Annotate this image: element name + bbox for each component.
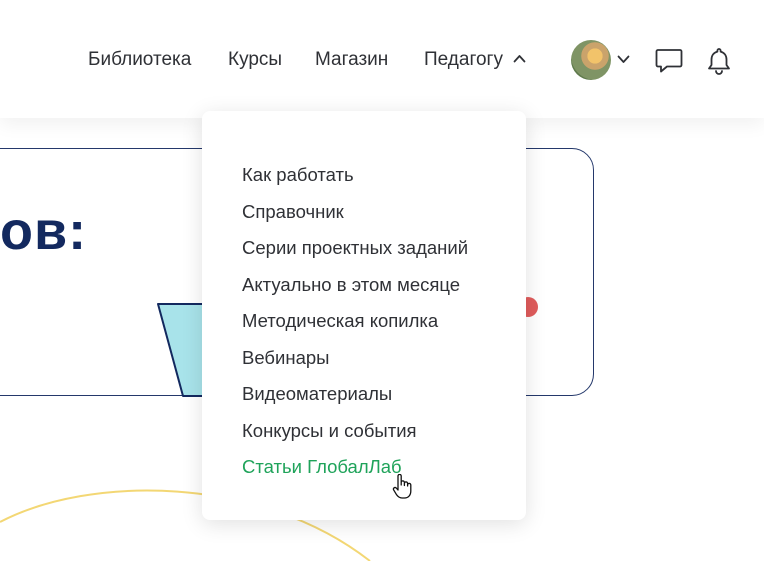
nav-for-teachers[interactable]: Педагогу [424,49,503,71]
dropdown-item-video-materials[interactable]: Видеоматериалы [242,381,468,418]
dropdown-item-project-series[interactable]: Серии проектных заданий [242,235,468,272]
dropdown-item-handbook[interactable]: Справочник [242,199,468,236]
nav-library[interactable]: Библиотека [88,49,191,71]
chevron-down-icon[interactable] [617,55,630,64]
dropdown-item-how-to-work[interactable]: Как работать [242,162,468,199]
dropdown-list: Как работать Справочник Серии проектных … [242,162,468,491]
chat-bubble-icon[interactable] [655,48,683,74]
nav-courses[interactable]: Курсы [228,49,282,71]
nav-shop[interactable]: Магазин [315,49,388,71]
dropdown-item-webinars[interactable]: Вебинары [242,345,468,382]
dropdown-item-globallab-articles[interactable]: Статьи ГлобалЛаб [242,454,468,491]
promo-heading: ов: [0,201,88,261]
dropdown-item-contests-events[interactable]: Конкурсы и события [242,418,468,455]
dropdown-item-this-month[interactable]: Актуально в этом месяце [242,272,468,309]
hand-cursor-icon [392,474,412,499]
dropdown-item-methodical-collection[interactable]: Методическая копилка [242,308,468,345]
top-header: Библиотека Курсы Магазин Педагогу [0,0,764,118]
teacher-dropdown-menu: Как работать Справочник Серии проектных … [202,111,526,520]
bell-icon[interactable] [706,46,732,76]
chevron-up-icon[interactable] [513,54,526,63]
user-avatar[interactable] [571,40,611,80]
